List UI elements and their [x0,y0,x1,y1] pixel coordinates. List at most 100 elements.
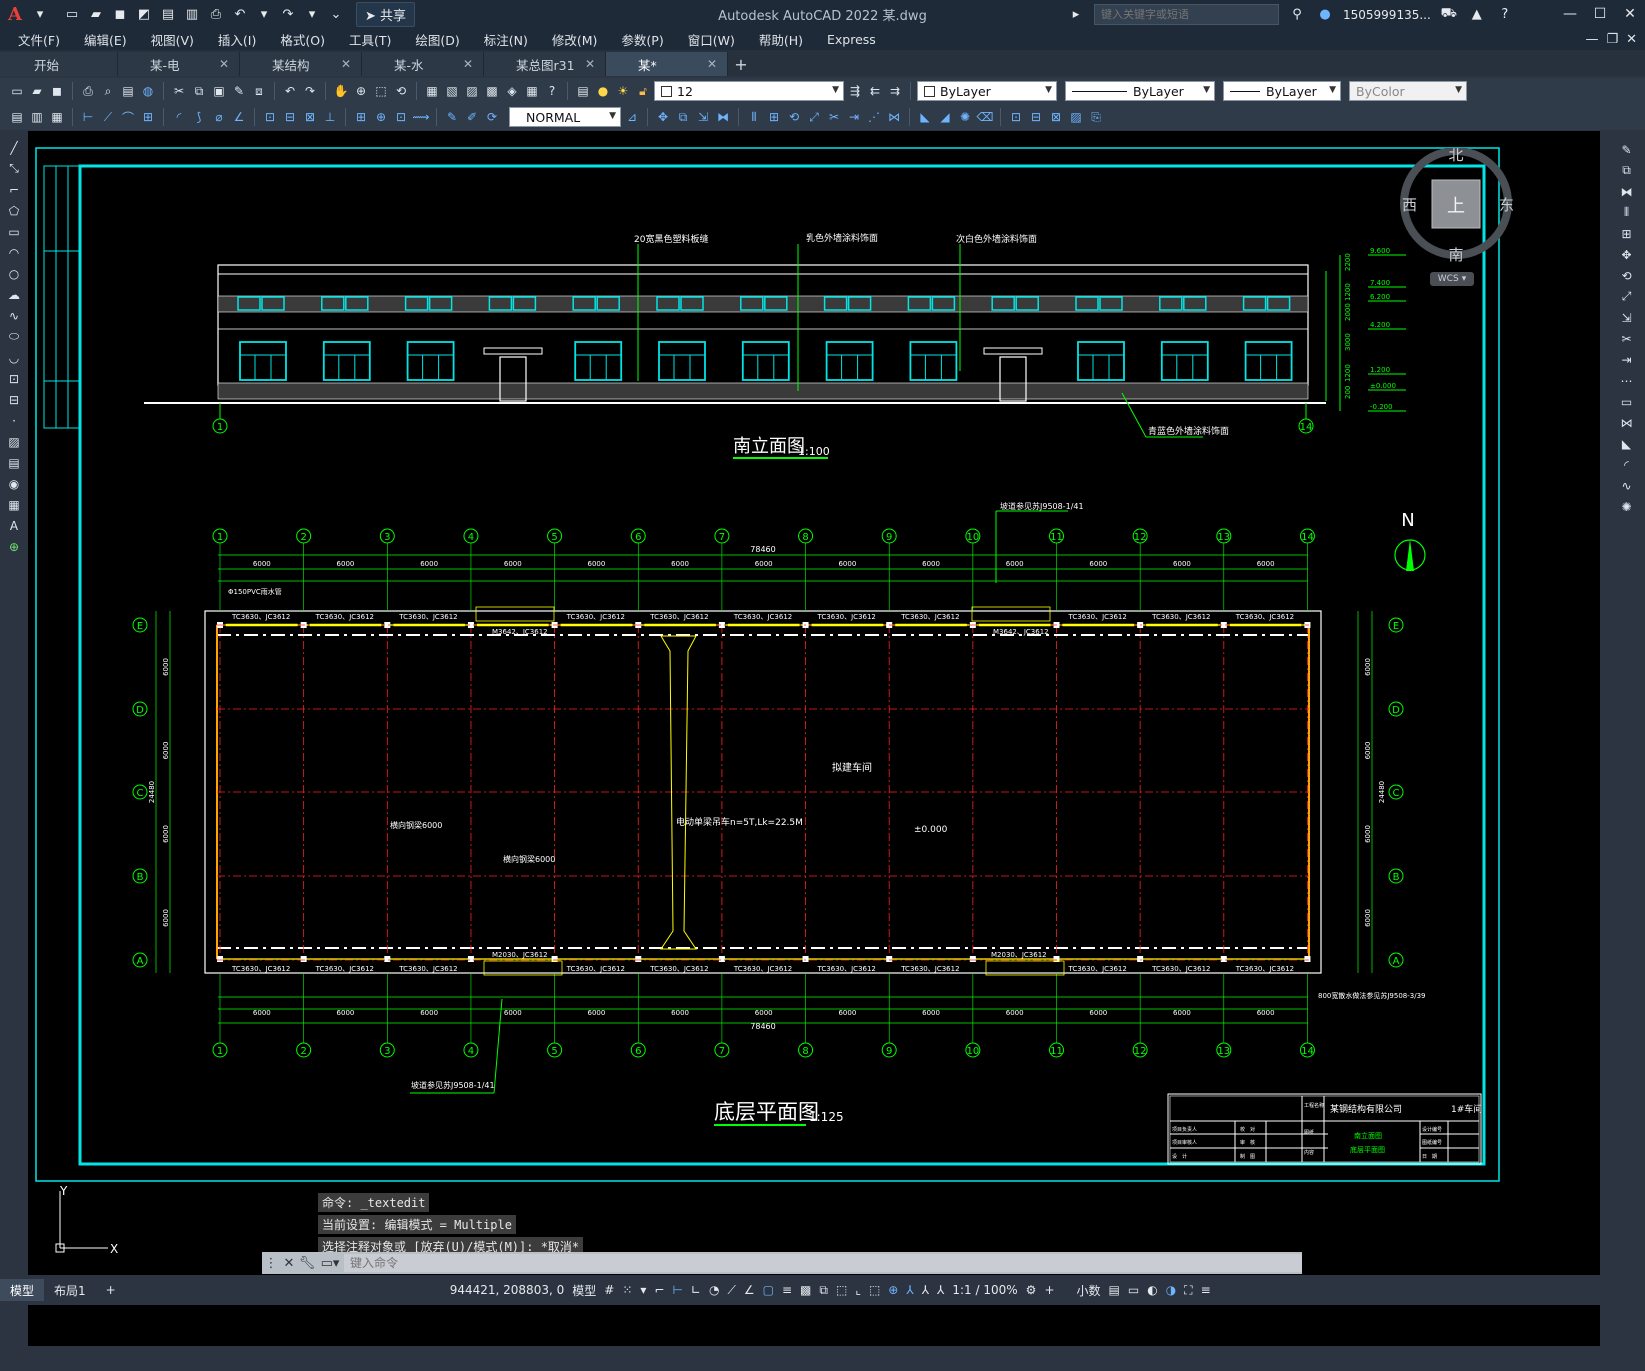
lock-ui-icon[interactable]: ▭ [1124,1283,1143,1297]
ordinate-icon[interactable]: ⊞ [139,108,157,126]
undo-dropdown-icon[interactable]: ▾ [254,5,274,23]
tab-structure[interactable]: 某结构 ✕ [240,52,362,76]
match-properties-icon[interactable]: ✎ [230,82,248,100]
new-file-icon[interactable]: ▭ [62,5,82,23]
block-editor-icon[interactable]: ⧈ [250,82,268,100]
polyline-icon[interactable]: ⌐ [5,181,23,198]
zoom-window-icon[interactable]: ⬚ [372,82,390,100]
radius-icon[interactable]: ◜ [170,108,188,126]
cart-icon[interactable]: ⛟ [1439,6,1459,24]
menu-insert[interactable]: 插入(I) [206,30,268,49]
tolerance-icon[interactable]: ⊞ [352,108,370,126]
open-web-icon[interactable]: ▤ [158,5,178,23]
extend-icon[interactable]: ⇥ [845,108,863,126]
arc-icon[interactable]: ◠ [5,244,23,261]
new-icon[interactable]: ▭ [8,82,26,100]
annotation-scale-icon[interactable]: ⅄ [933,1283,948,1297]
linetype-dropdown[interactable]: ByLayer ▼ [1065,81,1215,101]
menu-edit[interactable]: 编辑(E) [72,30,139,49]
close-command-icon[interactable]: ✕ [280,1256,298,1271]
xref-icon[interactable]: ⊠ [1047,108,1065,126]
save-icon[interactable]: ◼ [48,82,66,100]
layer-previous-icon[interactable]: ⇇ [866,82,884,100]
aligned-dim-icon[interactable]: ⟋ [99,108,117,126]
cut-icon[interactable]: ✂ [170,82,188,100]
draworder-icon[interactable]: ▤ [8,108,26,126]
move-icon[interactable]: ✥ [1618,246,1636,263]
publish-icon[interactable]: ▤ [119,82,137,100]
gradient-icon[interactable]: ▤ [5,454,23,471]
extend-icon[interactable]: ⇥ [1618,351,1636,368]
make-block-icon[interactable]: ⊟ [5,391,23,408]
mtext-icon[interactable]: A [5,517,23,534]
break-icon[interactable]: ⋰ [865,108,883,126]
continue-icon[interactable]: ⊠ [301,108,319,126]
search-input[interactable] [1094,4,1279,25]
menu-format[interactable]: 格式(O) [268,30,337,49]
close-icon[interactable]: ✕ [1615,0,1645,28]
print-icon[interactable]: ⎙ [206,5,226,23]
compass-west[interactable]: 西 [1402,196,1417,214]
tab-close-icon[interactable]: ✕ [463,57,473,71]
dynamic-ucs-icon[interactable]: ⌞ [851,1283,865,1297]
selection-filter-icon[interactable]: ⬚ [865,1283,884,1297]
layer-state-icon[interactable]: ⇉ [886,82,904,100]
compass-north[interactable]: 北 [1448,146,1463,164]
make-current-icon[interactable]: ⇶ [846,82,864,100]
copy-icon[interactable]: ⧉ [1618,162,1636,179]
join-icon[interactable]: ⋈ [885,108,903,126]
explode-icon[interactable]: ✺ [1618,498,1636,515]
new-tab-button[interactable]: + [728,52,754,76]
spline-icon[interactable]: ∿ [5,307,23,324]
baseline-icon[interactable]: ⊟ [281,108,299,126]
open-icon[interactable]: ▰ [28,82,46,100]
make-block-icon[interactable]: ⊟ [1027,108,1045,126]
menu-view[interactable]: 视图(V) [139,30,206,49]
ssm-icon[interactable]: ▥ [28,108,46,126]
tool-palettes-icon[interactable]: ▨ [463,82,481,100]
model-space-toggle[interactable]: 模型 [568,1282,600,1299]
viewcube-top[interactable]: 上 [1447,196,1465,217]
rectangle-icon[interactable]: ▭ [5,223,23,240]
maximize-icon[interactable]: ☐ [1585,0,1615,28]
scale-icon[interactable]: ⤢ [805,108,823,126]
doc-minimize-icon[interactable]: — [1585,32,1598,47]
hatch-icon[interactable]: ▨ [5,433,23,450]
tab-site-plan[interactable]: 某总图r31 ✕ [484,52,606,76]
join-icon[interactable]: ⋈ [1618,414,1636,431]
paste-icon[interactable]: ▣ [210,82,228,100]
add-selected-icon[interactable]: ⊕ [5,538,23,555]
array-icon[interactable]: ⊞ [765,108,783,126]
table-icon[interactable]: ▦ [5,496,23,513]
polar-icon[interactable]: ◔ [705,1283,723,1297]
minimize-icon[interactable]: — [1555,0,1585,28]
coordinates[interactable]: 944421, 208803, 0 [446,1283,569,1297]
center-mark-icon[interactable]: ⊕ [372,108,390,126]
add-layout-button[interactable]: + [96,1279,126,1301]
tab-close-icon[interactable]: ✕ [219,57,229,71]
quick-properties-icon[interactable]: ▤ [1105,1283,1124,1297]
user-name[interactable]: 1505999135... [1343,8,1431,22]
tab-close-icon[interactable]: ✕ [341,57,351,71]
drawing-canvas[interactable]: 20宽黑色塑料板缝 乳色外墙涂料饰面 次白色外墙涂料饰面 青蓝色外墙涂料饰面 9… [28,131,1608,1346]
plot-icon[interactable]: ⎙ [79,82,97,100]
menu-help[interactable]: 帮助(H) [747,30,815,49]
stretch-icon[interactable]: ⇲ [694,108,712,126]
tab-start[interactable]: 开始 [0,52,118,76]
dimstyle-dropdown[interactable]: NORMAL ▼ [509,107,621,127]
doc-restore-icon[interactable]: ❐ [1606,32,1618,47]
quick-dim-icon[interactable]: ⊡ [261,108,279,126]
isodraft-icon[interactable]: ⟋ [723,1283,739,1298]
save-as-icon[interactable]: ◩ [134,5,154,23]
insert-block-icon[interactable]: ⊡ [5,370,23,387]
help-icon[interactable]: ? [1495,6,1515,24]
rotate-icon[interactable]: ⟲ [1618,267,1636,284]
image-icon[interactable]: ▨ [1067,108,1085,126]
ellipse-arc-icon[interactable]: ◡ [5,349,23,366]
blend-icon[interactable]: ∿ [1618,477,1636,494]
dynamic-input-icon[interactable]: ⊢ [668,1283,686,1297]
point-icon[interactable]: · [5,412,23,429]
linear-dim-icon[interactable]: ⊢ [79,108,97,126]
search-icon[interactable]: ⚲ [1287,6,1307,24]
autocad-logo-icon[interactable]: A [0,0,30,28]
